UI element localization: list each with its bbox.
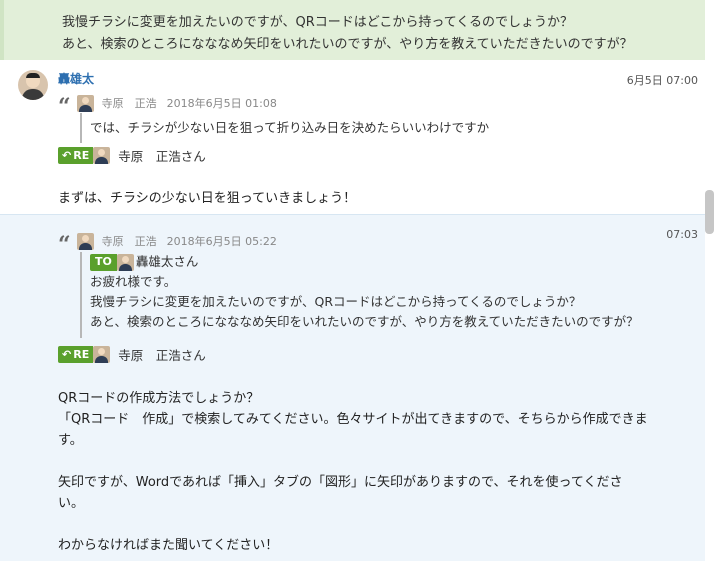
reply-avatar [93, 147, 111, 164]
quote-author: 寺原 正浩 [101, 235, 157, 248]
to-badge: TO [90, 253, 117, 271]
quote-author: 寺原 正浩 [101, 97, 157, 110]
quote-to-line: TO 轟雄太さん [90, 252, 639, 272]
message-body: まずは、チラシの少ない日を狙っていきましょう！ [58, 191, 357, 206]
reply-arrow-icon: ↶ [62, 149, 72, 162]
highlighted-message: 我慢チラシに変更を加えたいのですが、QRコードはどこから持ってくるのでしょうか？… [0, 0, 705, 60]
message-body-line: い。 [58, 496, 85, 511]
quote-body: では、チラシが少ない日を狙って折り込み日を決めたらいいわけですか [80, 113, 489, 143]
quote-icon: “ [58, 94, 71, 120]
message-body-line: す。 [58, 433, 83, 448]
highlighted-line: あと、検索のところになななめ矢印をいれたいのですが、やり方を教えていただきたいの… [62, 37, 633, 52]
quote-body: TO 轟雄太さん お疲れ様です。 我慢チラシに変更を加えたいのですが、QRコード… [80, 252, 639, 338]
message-body-line: QRコードの作成方法でしょうか？ [58, 391, 260, 406]
sender-name[interactable]: 轟雄太 [58, 70, 94, 87]
message-timestamp: 6月5日 07:00 [626, 74, 698, 87]
quote-line: あと、検索のところになななめ矢印をいれたいのですが、やり方を教えていただきたいの… [90, 314, 639, 329]
to-name: 轟雄太さん [135, 254, 199, 269]
reply-badge: ↶ RE [58, 346, 94, 363]
message-timestamp: 07:03 [666, 228, 698, 241]
reply-badge: ↶ RE [58, 147, 94, 164]
quote-line: 我慢チラシに変更を加えたいのですが、QRコードはどこから持ってくるのでしょうか？ [90, 294, 582, 309]
reply-name: 寺原 正浩さん [118, 348, 206, 363]
message-body-line: 矢印ですが、Wordであれば「挿入」タブの「図形」に矢印がありますので、それを使… [58, 475, 623, 490]
reply-name: 寺原 正浩さん [118, 149, 206, 164]
quote-avatar [76, 232, 94, 250]
quote-icon: “ [58, 232, 71, 258]
scrollbar[interactable] [705, 190, 714, 234]
quote-avatar [76, 94, 94, 112]
reply-reference[interactable]: ↶ RE 寺原 正浩さん [58, 146, 206, 165]
sender-avatar[interactable] [18, 70, 48, 100]
quote-datetime[interactable]: 2018年6月5日 05:22 [167, 233, 277, 249]
quote-line: では、チラシが少ない日を狙って折り込み日を決めたらいいわけですか [90, 120, 490, 135]
quote-line: お疲れ様です。 [90, 274, 177, 289]
reply-reference[interactable]: ↶ RE 寺原 正浩さん [58, 345, 206, 364]
to-avatar [116, 253, 134, 271]
quote-datetime[interactable]: 2018年6月5日 01:08 [167, 95, 277, 111]
message-body-line: 「QRコード 作成」で検索してみてください。色々サイトが出てきますので、そちらか… [58, 412, 648, 427]
reply-arrow-icon: ↶ [62, 348, 72, 361]
message-body-line: わからなければまた聞いてください！ [58, 538, 279, 553]
reply-avatar [93, 346, 111, 363]
highlighted-line: 我慢チラシに変更を加えたいのですが、QRコードはどこから持ってくるのでしょうか？ [62, 15, 574, 30]
